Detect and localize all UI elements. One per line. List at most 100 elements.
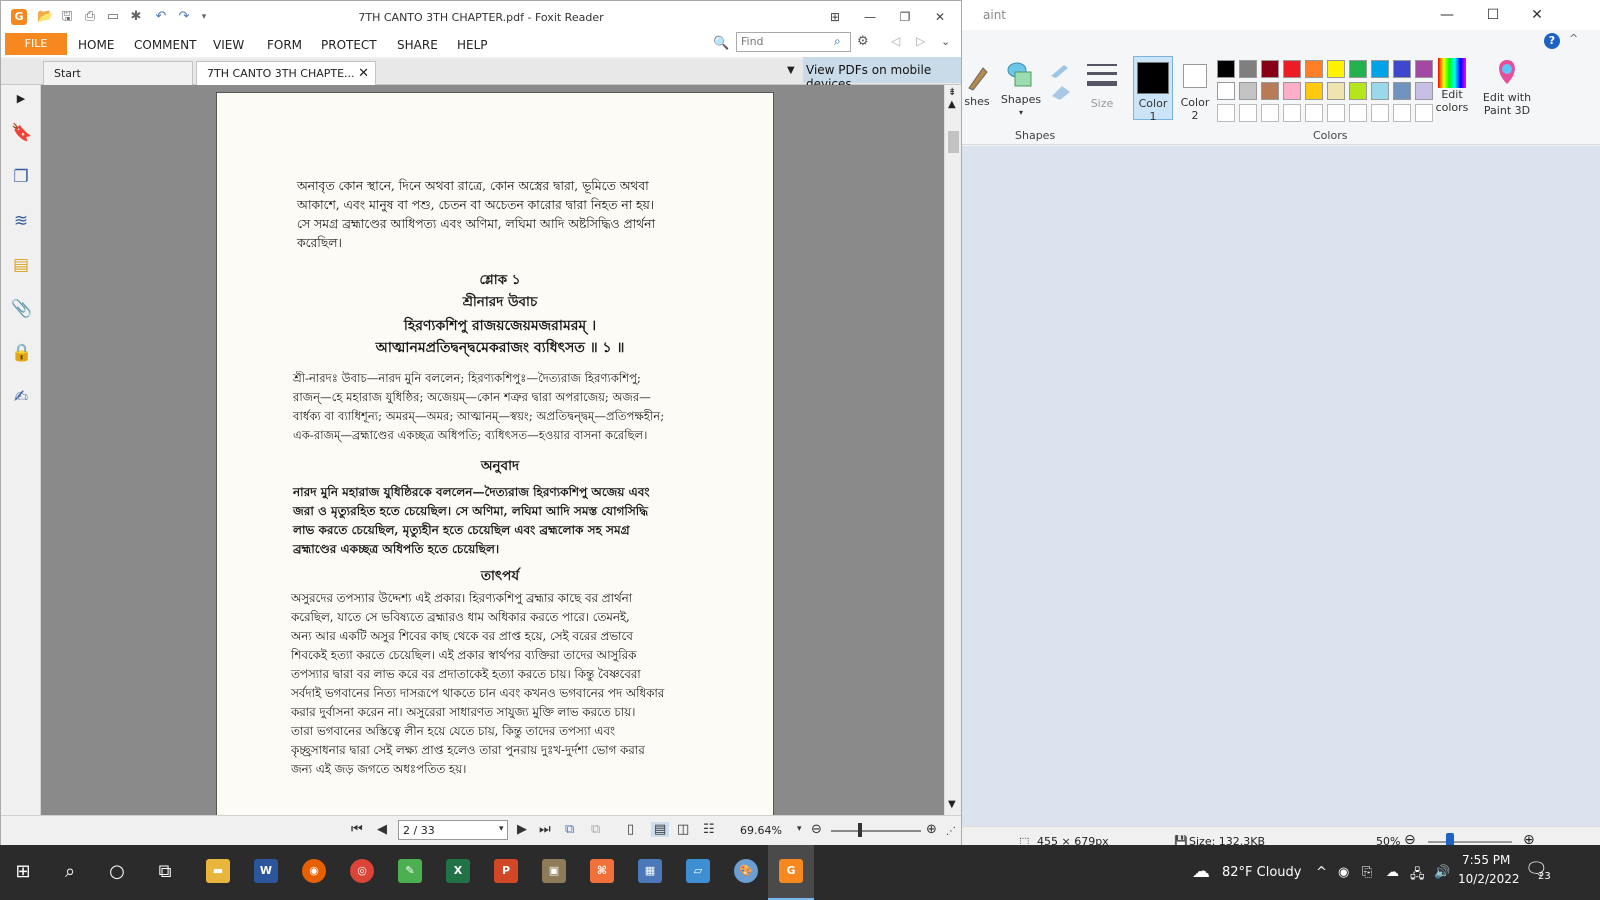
start-button-icon[interactable]: ⊞ bbox=[8, 857, 38, 887]
palette-swatch[interactable] bbox=[1349, 60, 1367, 78]
foxit-minimize-button[interactable]: — bbox=[856, 7, 884, 27]
zoom-dropdown-icon[interactable]: ▾ bbox=[797, 824, 802, 834]
volume-icon[interactable]: 🔊 bbox=[1434, 865, 1450, 880]
paint-minimize-button[interactable]: — bbox=[1427, 4, 1467, 26]
tabs-dropdown-icon[interactable]: ▼ bbox=[787, 65, 795, 76]
palette-swatch[interactable] bbox=[1327, 60, 1345, 78]
palette-swatch[interactable] bbox=[1349, 82, 1367, 100]
resize-grip-icon[interactable]: ⋰ bbox=[946, 826, 956, 837]
palette-swatch[interactable] bbox=[1305, 60, 1323, 78]
size-tool[interactable]: Size bbox=[1083, 60, 1121, 110]
first-page-icon[interactable]: ⏮ bbox=[351, 822, 363, 837]
palette-custom-slot[interactable] bbox=[1393, 104, 1411, 122]
palette-custom-slot[interactable] bbox=[1305, 104, 1323, 122]
tray-app-icon[interactable]: ⎘ bbox=[1362, 865, 1372, 880]
next-page-icon[interactable]: ▶ bbox=[517, 822, 527, 837]
last-page-icon[interactable]: ⏭ bbox=[539, 822, 551, 837]
palette-swatch[interactable] bbox=[1371, 82, 1389, 100]
palette-custom-slot[interactable] bbox=[1217, 104, 1235, 122]
archive-app-icon[interactable]: ▣ bbox=[542, 859, 566, 883]
palette-swatch[interactable] bbox=[1217, 82, 1235, 100]
paint-maximize-button[interactable]: ☐ bbox=[1473, 4, 1513, 26]
palette-custom-slot[interactable] bbox=[1349, 104, 1367, 122]
page-dropdown-icon[interactable]: ▾ bbox=[499, 824, 504, 834]
palette-swatch[interactable] bbox=[1305, 82, 1323, 100]
paint-canvas-area[interactable] bbox=[961, 146, 1600, 826]
facing-page-icon[interactable]: ◫ bbox=[677, 822, 689, 837]
paint-zoom-track[interactable] bbox=[1428, 841, 1512, 843]
excel-icon[interactable]: X bbox=[446, 859, 470, 883]
signature-icon[interactable]: ✍ bbox=[11, 387, 31, 407]
tab-start[interactable]: Start bbox=[43, 61, 193, 85]
edit-with-paint3d-button[interactable]: Edit with Paint 3D bbox=[1476, 58, 1538, 117]
scrollbar-thumb[interactable] bbox=[948, 131, 959, 153]
expand-panel-icon[interactable]: ▶ bbox=[11, 89, 31, 109]
split-icon[interactable]: ⇟ bbox=[948, 87, 956, 98]
find-folder-icon[interactable]: 🔍 bbox=[713, 36, 729, 51]
menu-comment[interactable]: COMMENT bbox=[134, 38, 196, 52]
palette-custom-slot[interactable] bbox=[1371, 104, 1389, 122]
prev-page-icon[interactable]: ◀ bbox=[377, 822, 387, 837]
palette-swatch[interactable] bbox=[1371, 60, 1389, 78]
tab-document[interactable]: 7TH CANTO 3TH CHAPTE... ✕ bbox=[196, 61, 376, 85]
find-settings-icon[interactable]: ⚙ bbox=[857, 34, 869, 49]
vertical-scrollbar[interactable]: ⇟ ▲ ▼ bbox=[944, 85, 961, 815]
palette-custom-slot[interactable] bbox=[1327, 104, 1345, 122]
menu-share[interactable]: SHARE bbox=[397, 38, 438, 52]
find-prev-icon[interactable]: ◁ bbox=[891, 34, 900, 48]
scroll-up-icon[interactable]: ▲ bbox=[948, 99, 956, 110]
layout-icon[interactable]: ⊞ bbox=[821, 7, 849, 27]
ribbon-collapse-icon[interactable]: ^ bbox=[1569, 32, 1578, 45]
comments-icon[interactable]: ▤ bbox=[11, 255, 31, 275]
word-icon[interactable]: W bbox=[254, 859, 278, 883]
tray-overflow-icon[interactable]: ^ bbox=[1316, 865, 1327, 880]
palette-swatch[interactable] bbox=[1239, 60, 1257, 78]
menu-view[interactable]: VIEW bbox=[213, 38, 244, 52]
palette-swatch[interactable] bbox=[1217, 60, 1235, 78]
color1-selector[interactable]: Color 1 bbox=[1133, 56, 1173, 123]
bookmark-icon[interactable]: 🔖 bbox=[11, 123, 32, 143]
menu-form[interactable]: FORM bbox=[267, 38, 302, 52]
pages-icon[interactable]: ❐ bbox=[11, 167, 31, 187]
foxit-taskbar-active[interactable]: G bbox=[768, 845, 814, 900]
continuous-page-icon[interactable]: ▤ bbox=[651, 822, 670, 837]
palette-swatch[interactable] bbox=[1393, 60, 1411, 78]
scroll-down-icon[interactable]: ▼ bbox=[948, 799, 956, 810]
security-lock-icon[interactable]: 🔒 bbox=[11, 343, 32, 363]
foxit-close-button[interactable]: ✕ bbox=[926, 7, 954, 27]
firefox-icon[interactable]: ◉ bbox=[302, 859, 326, 883]
menu-protect[interactable]: PROTECT bbox=[321, 38, 377, 52]
attachments-icon[interactable]: 📎 bbox=[11, 299, 32, 319]
onedrive-icon[interactable]: ☁ bbox=[1386, 865, 1399, 880]
zoom-slider-thumb[interactable] bbox=[858, 823, 862, 837]
palette-swatch[interactable] bbox=[1283, 82, 1301, 100]
page-number-input[interactable]: 2 / 33 bbox=[398, 820, 508, 840]
palette-swatch[interactable] bbox=[1261, 82, 1279, 100]
paint-app-icon[interactable]: 🎨 bbox=[734, 859, 758, 883]
file-menu[interactable]: FILE bbox=[5, 33, 67, 55]
brushes-tool[interactable]: shes bbox=[963, 64, 991, 108]
layers-icon[interactable]: ≋ bbox=[11, 211, 31, 231]
menu-help[interactable]: HELP bbox=[457, 38, 488, 52]
clock-time[interactable]: 7:55 PM bbox=[1462, 853, 1510, 867]
palette-custom-slot[interactable] bbox=[1261, 104, 1279, 122]
chrome-icon[interactable]: ◎ bbox=[350, 859, 374, 883]
palette-swatch[interactable] bbox=[1393, 82, 1411, 100]
zoom-out-button[interactable]: ⊖ bbox=[811, 822, 822, 837]
palette-swatch[interactable] bbox=[1283, 60, 1301, 78]
previous-view-icon[interactable]: ⧉ bbox=[565, 822, 574, 837]
notepad-icon[interactable]: ✎ bbox=[398, 859, 422, 883]
ribbon-toggle-icon[interactable]: ⌄ bbox=[941, 35, 950, 48]
shapes-tool[interactable]: Shapes ▾ bbox=[999, 60, 1043, 119]
find-search-icon[interactable]: ⌕ bbox=[834, 34, 841, 49]
task-view-icon[interactable]: ⧉ bbox=[150, 857, 180, 887]
meet-now-icon[interactable]: ◉ bbox=[1338, 865, 1349, 880]
palette-swatch[interactable] bbox=[1261, 60, 1279, 78]
find-next-icon[interactable]: ▷ bbox=[916, 34, 925, 48]
zoom-in-button[interactable]: ⊕ bbox=[926, 822, 937, 837]
help-icon[interactable]: ? bbox=[1544, 33, 1560, 49]
clock-date[interactable]: 10/2/2022 bbox=[1458, 872, 1520, 886]
zoom-level-input[interactable]: 69.64% bbox=[740, 824, 782, 837]
edit-colors-button[interactable]: Edit colors bbox=[1431, 58, 1473, 114]
continuous-facing-icon[interactable]: ☷ bbox=[703, 822, 715, 837]
